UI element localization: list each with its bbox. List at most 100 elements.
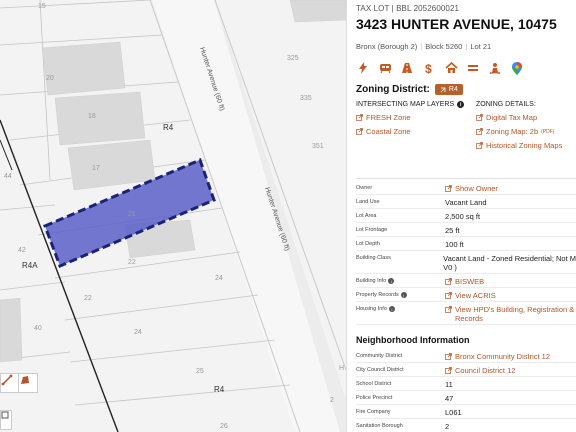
draw-line-icon: [1, 374, 13, 386]
info-icon[interactable]: i: [388, 306, 395, 312]
section-divider: [356, 178, 576, 179]
row-value-text: View ACRIS: [455, 291, 496, 300]
row-value-text: Vacant Land: [445, 198, 487, 207]
row-value-text: Vacant Land - Zoned Residential; Not M: [443, 254, 576, 263]
zoning-badge-text: R4: [448, 86, 458, 93]
row-label-text: Lot Depth: [356, 241, 380, 247]
lot-number: 40: [34, 325, 42, 332]
external-link-icon: [356, 128, 363, 135]
draw-line-tool-button[interactable]: [0, 373, 20, 393]
row-value-link[interactable]: View HPD's Building, Registration & Recor…: [445, 305, 574, 323]
row-value-text: 100 ft: [445, 240, 464, 249]
row-label-text: Building Info: [356, 278, 387, 284]
row-value-link[interactable]: Bronx Community District 12: [445, 352, 550, 361]
close-button[interactable]: ✕: [346, 2, 347, 22]
lot-number: 42: [18, 247, 26, 254]
table-row: Community District Bronx Community Distri…: [356, 349, 576, 363]
row-label: Building Class: [356, 254, 443, 261]
zone-label: R4A: [22, 261, 38, 270]
row-value: 2,500 sq ft: [445, 212, 480, 221]
zoning-map-link[interactable]: Zoning Map: 2b (PDF): [476, 127, 576, 136]
row-value-text: Show Owner: [455, 184, 498, 193]
lot-number: 15: [38, 3, 46, 10]
external-link-icon: [445, 353, 452, 360]
lot-number: 18: [88, 113, 96, 120]
lot-number: 325: [287, 55, 299, 62]
table-row: Lot Area 2,500 sq ft: [356, 209, 576, 223]
row-value-text: 25 ft: [445, 226, 460, 235]
row-label-text: Owner: [356, 185, 373, 191]
info-icon[interactable]: i: [400, 292, 407, 298]
row-value-text: 2,500 sq ft: [445, 212, 481, 221]
row-value-text: 11: [445, 380, 453, 389]
table-row: School District 11: [356, 377, 576, 391]
map-layers-section: INTERSECTING MAP LAYERS i FRESH Zone Coa…: [356, 101, 576, 150]
row-label: Police Precinct: [356, 394, 445, 401]
row-value-text: 47: [445, 394, 454, 403]
square-icon: [1, 411, 9, 419]
zoning-map-label: Zoning Map: 2b: [486, 127, 539, 136]
historical-zoning-maps-label: Historical Zoning Maps: [486, 141, 563, 150]
digital-tax-map-link[interactable]: Digital Tax Map: [476, 113, 576, 122]
row-label: Lot Depth: [356, 240, 445, 247]
map-canvas[interactable]: 15 20 18 17 21 22 24 22 24 25 26 44 42 4…: [0, 0, 346, 432]
coastal-zone-label: Coastal Zone: [366, 127, 411, 136]
row-value-link[interactable]: BISWEB: [445, 277, 484, 286]
map-view[interactable]: 15 20 18 17 21 22 24 22 24 25 26 44 42 4…: [0, 0, 346, 432]
row-label: Building Info i: [356, 277, 445, 284]
row-label-text: Lot Area: [356, 213, 377, 219]
person-icon[interactable]: [488, 61, 502, 75]
lightning-icon[interactable]: [356, 61, 370, 75]
row-label-text: Housing Info: [356, 306, 387, 312]
row-value-text: Bronx Community District 12: [455, 352, 551, 361]
table-row: Owner Show Owner: [356, 181, 576, 195]
page-title: 3423 HUNTER AVENUE, 10475: [356, 16, 557, 32]
fresh-zone-link[interactable]: FRESH Zone: [356, 113, 476, 122]
row-value-link[interactable]: Council District 12: [445, 366, 515, 375]
digital-tax-map-label: Digital Tax Map: [486, 113, 538, 122]
historical-zoning-maps-link[interactable]: Historical Zoning Maps: [476, 141, 576, 150]
info-icon[interactable]: i: [388, 278, 395, 284]
row-value-text-continued: V0 ): [443, 263, 457, 272]
table-row: Land Use Vacant Land: [356, 195, 576, 209]
zoning-district-badge[interactable]: R4: [434, 84, 463, 95]
equals-icon[interactable]: [466, 61, 480, 75]
row-label: Sanitation Borough: [356, 422, 445, 429]
home-icon[interactable]: [444, 61, 458, 75]
zone-label: R4: [214, 385, 225, 394]
row-value-text: Council District 12: [455, 366, 516, 375]
info-icon[interactable]: i: [457, 101, 465, 108]
row-value-text: View HPD's Building, Registration &: [455, 305, 575, 314]
draw-area-tool-button[interactable]: [18, 373, 38, 393]
map-pin-icon[interactable]: [510, 61, 524, 75]
neighborhood-info-title: Neighborhood Information: [356, 335, 470, 345]
row-label: Fire Company: [356, 408, 445, 415]
lot-number: H: [339, 365, 344, 372]
external-link-icon: [445, 278, 452, 285]
row-value: 100 ft: [445, 240, 464, 249]
panel-subheader: TAX LOT | BBL 2052600021: [356, 4, 460, 13]
coastal-zone-link[interactable]: Coastal Zone: [356, 127, 476, 136]
lot-properties-table: Owner Show Owner Land Use Vacant Land Lot Ar…: [356, 181, 576, 325]
table-row: Police Precinct 47: [356, 391, 576, 405]
external-link-icon: [445, 185, 452, 192]
dollar-icon[interactable]: $: [422, 61, 436, 75]
row-label-text: Sanitation Borough: [356, 423, 403, 429]
row-value-text: 2: [445, 422, 450, 431]
table-row: Lot Frontage 25 ft: [356, 223, 576, 237]
row-label-text: Property Records: [356, 292, 399, 298]
external-link-icon: [476, 142, 483, 149]
external-link-icon: [476, 128, 483, 135]
row-value-link[interactable]: Show Owner: [445, 184, 498, 193]
row-label-text: Building Class: [356, 255, 391, 261]
lot-number: 17: [92, 165, 100, 172]
transit-icon[interactable]: [378, 61, 392, 75]
zoning-details-header: ZONING DETAILS:: [476, 101, 536, 108]
row-value-link[interactable]: View ACRIS: [445, 291, 496, 300]
lot-number: 22: [128, 259, 136, 266]
external-link-icon: [356, 114, 363, 121]
lot-number: 24: [215, 275, 223, 282]
draw-area-icon: [21, 376, 29, 384]
map-extra-tool-button[interactable]: [0, 410, 12, 430]
road-icon[interactable]: [400, 61, 414, 75]
